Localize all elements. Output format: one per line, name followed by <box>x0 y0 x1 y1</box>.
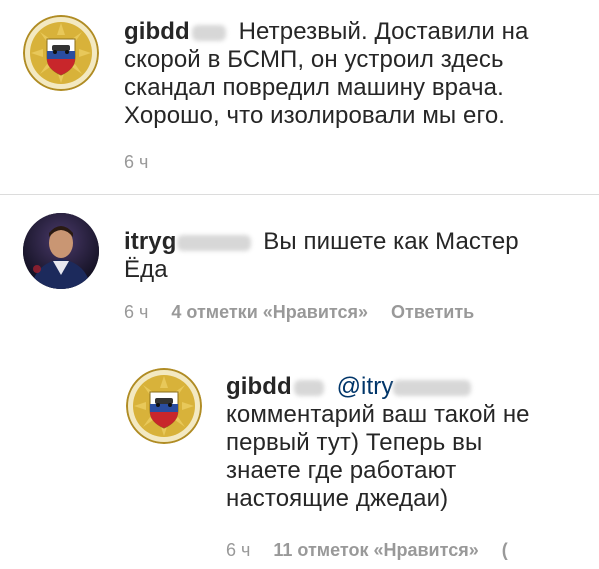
comment-text-line: скорой в БСМП, он устроил здесь <box>124 46 504 73</box>
comment-timestamp[interactable]: 6 ч <box>124 152 148 172</box>
comment-text-line: Ёда <box>124 256 168 283</box>
gibdd-emblem-icon[interactable] <box>23 15 99 91</box>
redacted-username-blur <box>293 379 324 396</box>
reply-button[interactable]: Ответить <box>391 302 474 322</box>
comment-body: itryg Вы пишете как Мастер Ёда <box>124 228 584 284</box>
comment-text-line: знаете где работают <box>226 457 457 484</box>
mention-link[interactable]: @itry <box>337 373 394 400</box>
divider <box>0 194 599 195</box>
likes-count-link[interactable]: 4 отметки «Нравится» <box>171 302 368 322</box>
comment-text-line: Хорошо, что изолировали мы его. <box>124 102 506 129</box>
comment-meta: 6 ч 11 отметок «Нравится» ( <box>226 540 526 561</box>
username-link[interactable]: gibdd <box>226 373 292 400</box>
reply-button[interactable]: ( <box>502 540 508 560</box>
username-link[interactable]: gibdd <box>124 18 190 45</box>
comment-timestamp[interactable]: 6 ч <box>226 540 250 560</box>
comment-text-line: первый тут) Теперь вы <box>226 429 483 456</box>
redacted-username-blur <box>176 234 251 251</box>
comment-text-line: Вы пишете как Мастер <box>263 228 519 255</box>
comment-text-line: скандал повредил машину врача. <box>124 74 504 101</box>
comment-text-line: настоящие джедаи) <box>226 485 449 512</box>
gibdd-emblem-icon[interactable] <box>126 368 202 444</box>
comment-body: gibdd Нетрезвый. Доставили на скорой в Б… <box>124 18 584 130</box>
redacted-username-blur <box>191 24 226 41</box>
comment-text-line: Нетрезвый. Доставили на <box>238 18 529 45</box>
comment-timestamp[interactable]: 6 ч <box>124 302 148 322</box>
comment-meta: 6 ч <box>124 152 166 173</box>
username-link[interactable]: itryg <box>124 228 177 255</box>
comment-meta: 6 ч 4 отметки «Нравится» Ответить <box>124 302 492 323</box>
redacted-mention-blur <box>393 379 472 396</box>
user-photo-avatar[interactable] <box>23 213 99 289</box>
comment-body: gibdd @itry комментарий ваш такой не пер… <box>226 373 586 513</box>
comment-text-line: комментарий ваш такой не <box>226 401 530 428</box>
likes-count-link[interactable]: 11 отметок «Нравится» <box>273 540 478 560</box>
